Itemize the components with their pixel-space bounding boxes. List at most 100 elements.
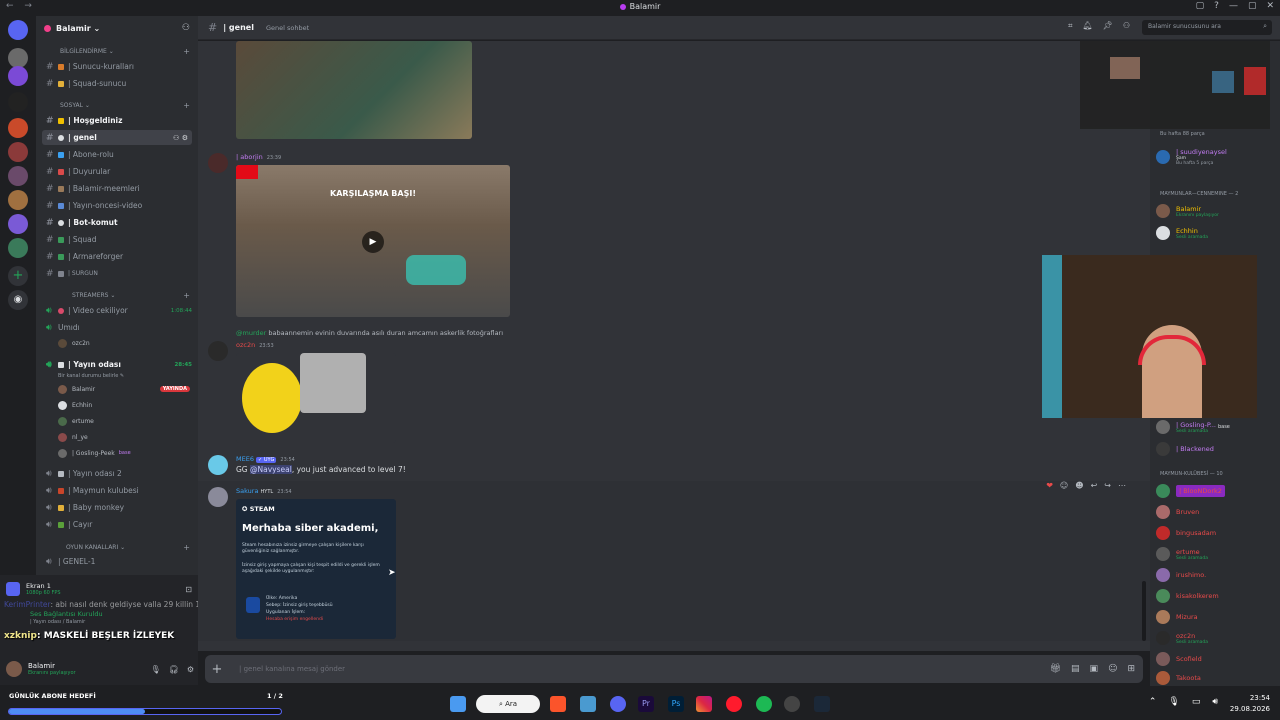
- clock[interactable]: 23:54 29.08.2026: [1230, 693, 1270, 715]
- server-icon[interactable]: [8, 214, 28, 234]
- voice-channel-video-raffle[interactable]: 🔊︎ | Video cekiliyor 1:08:44: [42, 303, 192, 318]
- emoji-icon[interactable]: ☺: [1108, 664, 1117, 674]
- member-item[interactable]: | suudiyenaysel Şam Bu hafta 5 parça: [1156, 147, 1276, 167]
- sticker-image[interactable]: [236, 353, 396, 443]
- steam-icon[interactable]: [814, 696, 830, 712]
- channel-rules[interactable]: # | Sunucu-kuralları: [42, 59, 192, 74]
- avatar[interactable]: [208, 487, 228, 507]
- stream-preview[interactable]: Ekran 1 1080p 60 FPS ⊡: [6, 579, 192, 599]
- channel-settings-icon[interactable]: ⚇ ⚙: [173, 134, 188, 142]
- video-embed[interactable]: KARŞILAŞMA BAŞI! ▶: [236, 165, 510, 317]
- channel-general[interactable]: # | genel ⚇ ⚙: [42, 130, 192, 145]
- scrollbar[interactable]: [1142, 581, 1146, 641]
- member-item[interactable]: Scofield: [1156, 649, 1276, 669]
- search-input[interactable]: Balamir sunucusunu ara ⌕: [1142, 20, 1272, 35]
- channel-squad-server[interactable]: # | Squad-sunucu: [42, 76, 192, 91]
- message-composer[interactable]: + | genel kanalına mesaj gönder 🎁︎ ▤ ▣ ☺…: [205, 655, 1143, 683]
- server-icon[interactable]: [8, 118, 28, 138]
- voice-channel-umidi[interactable]: 🔊︎ Umıdı: [42, 320, 192, 335]
- chevron-up-icon[interactable]: ⌃: [1149, 697, 1157, 707]
- direct-messages-icon[interactable]: [8, 20, 28, 40]
- gif-icon[interactable]: ▤: [1071, 664, 1080, 674]
- windows-start-icon[interactable]: [450, 696, 466, 712]
- server-icon[interactable]: [8, 190, 28, 210]
- voice-channel-stream-room-2[interactable]: 🔊︎ | Yayın odası 2: [42, 466, 192, 481]
- microphone-icon[interactable]: 🎙︎: [151, 665, 161, 674]
- member-item[interactable]: Bruven: [1156, 502, 1276, 522]
- heart-reaction-icon[interactable]: ❤: [1046, 481, 1053, 490]
- member-item[interactable]: Balamir Ekranını paylaşıyor: [1156, 201, 1276, 221]
- server-icon[interactable]: [8, 166, 28, 186]
- category-streamers[interactable]: STREAMERS ⌄ +: [72, 290, 190, 300]
- spotify-icon[interactable]: [756, 696, 772, 712]
- channel-subscriber-role[interactable]: # | Abone-rolu: [42, 147, 192, 162]
- member-item[interactable]: | Gosling-P... Sesli aramada base: [1156, 417, 1276, 437]
- photoshop-icon[interactable]: Ps: [668, 696, 684, 712]
- channel-exile[interactable]: # | SURGUN: [42, 266, 192, 281]
- category-game-channels[interactable]: OYUN KANALLARI ⌄ +: [66, 542, 190, 552]
- notification-bell-icon[interactable]: 🔔︎: [1083, 21, 1093, 31]
- channel-armareforger[interactable]: # | Armareforger: [42, 249, 192, 264]
- channel-squad[interactable]: # | Squad: [42, 232, 192, 247]
- apps-icon[interactable]: ⊞: [1127, 664, 1135, 674]
- settings-gear-icon[interactable]: ⚙: [187, 665, 194, 674]
- app-icon[interactable]: [784, 696, 800, 712]
- channel-welcome[interactable]: # | Hoşgeldiniz: [42, 113, 192, 128]
- server-icon[interactable]: [8, 48, 28, 68]
- connection-status[interactable]: Ses Bağlantısı Kuruldu: [30, 610, 103, 618]
- message-author[interactable]: MEE6 ✓ UYG 23:54: [236, 455, 295, 463]
- add-channel-icon[interactable]: +: [183, 101, 190, 110]
- member-item[interactable]: kisakolkerem: [1156, 586, 1276, 606]
- avatar[interactable]: [208, 455, 228, 475]
- voice-user[interactable]: ozc2n: [58, 337, 190, 349]
- voice-channel-monkey-hut[interactable]: 🔊︎ | Maymun kulubesi: [42, 483, 192, 498]
- discord-icon[interactable]: [610, 696, 626, 712]
- pin-icon[interactable]: 📌︎: [1103, 21, 1113, 31]
- server-icon[interactable]: [8, 66, 28, 86]
- member-item[interactable]: Echhin Sesli aramada: [1156, 223, 1276, 243]
- reply-icon[interactable]: ↩: [1091, 481, 1098, 490]
- channel-status[interactable]: Bir kanal durumu belirle ✎: [58, 370, 190, 382]
- channel-memes[interactable]: # | Balamir-meemleri: [42, 181, 192, 196]
- member-item[interactable]: bingusadam: [1156, 523, 1276, 543]
- member-item[interactable]: ozc2n Sesli aramada: [1156, 628, 1276, 648]
- server-header[interactable]: Balamir ⌄ ⚇: [36, 16, 198, 40]
- add-channel-icon[interactable]: +: [183, 543, 190, 552]
- avatar[interactable]: [6, 661, 22, 677]
- premiere-icon[interactable]: Pr: [638, 696, 654, 712]
- server-icon[interactable]: [8, 238, 28, 258]
- category-info[interactable]: BİLGİLENDİRME ⌄ +: [60, 46, 190, 56]
- minimize-button[interactable]: —: [1229, 1, 1238, 11]
- maximize-button[interactable]: ▢: [1248, 1, 1257, 11]
- member-item[interactable]: Takoota: [1156, 670, 1276, 686]
- popout-icon[interactable]: ⊡: [185, 585, 192, 594]
- volume-icon[interactable]: 🔊︎: [1212, 697, 1218, 707]
- member-item[interactable]: Mizura: [1156, 607, 1276, 627]
- display-icon[interactable]: ▭: [1192, 697, 1201, 707]
- channel-announcements[interactable]: # | Duyurular: [42, 164, 192, 179]
- message-author[interactable]: ozc2n 23:53: [236, 341, 274, 349]
- add-attachment-icon[interactable]: +: [205, 662, 229, 677]
- voice-user[interactable]: | Gosling-Peek base: [58, 447, 190, 459]
- inbox-icon[interactable]: ▢: [1196, 1, 1205, 11]
- headphones-icon[interactable]: 🎧︎: [169, 665, 179, 674]
- voice-channel-cayir[interactable]: 🔊︎ | Cayır: [42, 517, 192, 532]
- voice-user[interactable]: ertume: [58, 415, 190, 427]
- member-item[interactable]: ertume Sesli aramada: [1156, 544, 1276, 564]
- opera-icon[interactable]: [726, 696, 742, 712]
- voice-user[interactable]: Balamir YAYINDA: [58, 383, 190, 395]
- message-author[interactable]: | aborjin 23:39: [236, 153, 281, 161]
- help-icon[interactable]: ?: [1214, 1, 1219, 11]
- message-author[interactable]: Sakura HYTL 23:54: [236, 487, 292, 495]
- app-icon[interactable]: [580, 696, 596, 712]
- add-channel-icon[interactable]: +: [183, 291, 190, 300]
- reaction-icon[interactable]: ☺: [1060, 481, 1068, 490]
- server-icon[interactable]: [8, 142, 28, 162]
- voice-channel-baby-monkey[interactable]: 🔊︎ | Baby monkey: [42, 500, 192, 515]
- gift-icon[interactable]: 🎁︎: [1050, 664, 1061, 674]
- avatar[interactable]: [208, 153, 228, 173]
- avatar[interactable]: [208, 341, 228, 361]
- category-social[interactable]: SOSYAL ⌄ +: [60, 100, 190, 110]
- taskbar-search[interactable]: ⌕ Ara: [476, 695, 540, 713]
- play-icon[interactable]: ▶: [362, 231, 384, 253]
